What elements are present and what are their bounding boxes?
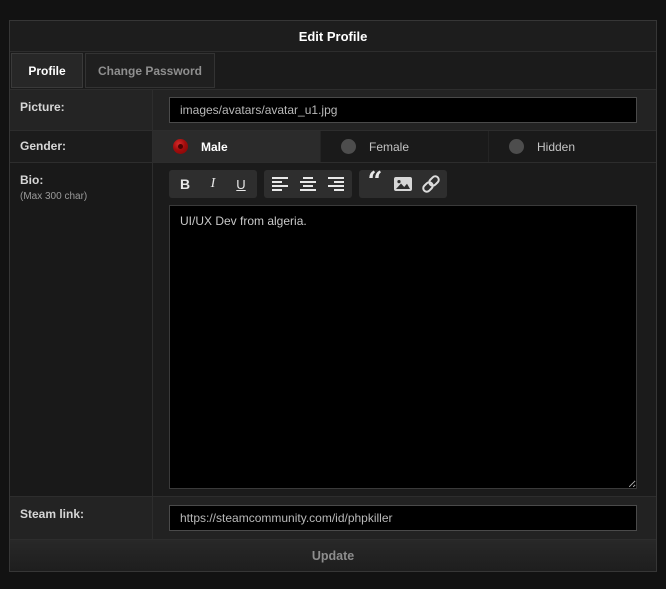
steam-link-input[interactable]	[169, 505, 637, 531]
steam-content-cell	[153, 497, 656, 539]
bio-content-cell: B I U “ UI/UX Dev from algeria.	[153, 163, 656, 496]
gender-label-cell: Gender:	[10, 131, 153, 162]
align-right-icon	[328, 177, 344, 191]
gender-option-female[interactable]: Female	[320, 131, 488, 162]
radio-male-icon[interactable]	[173, 139, 188, 154]
tab-change-password-label: Change Password	[97, 63, 203, 78]
image-icon	[394, 177, 412, 191]
underline-button[interactable]: U	[227, 170, 255, 198]
picture-input[interactable]	[169, 97, 637, 123]
tab-profile-label: Profile	[28, 63, 66, 78]
edit-profile-panel: Edit Profile Profile Change Password Pic…	[9, 20, 657, 572]
picture-label: Picture:	[20, 100, 65, 114]
align-right-button[interactable]	[322, 170, 350, 198]
bio-label-cell: Bio: (Max 300 char)	[10, 163, 153, 496]
bio-row: Bio: (Max 300 char) B I U “ UI/UX Dev fr…	[10, 163, 656, 497]
tab-profile[interactable]: Profile	[11, 53, 83, 88]
bio-label: Bio:	[20, 173, 44, 187]
gender-options: Male Female Hidden	[153, 131, 656, 162]
gender-hidden-label: Hidden	[537, 139, 576, 154]
radio-female-icon[interactable]	[341, 139, 356, 154]
align-left-icon	[272, 177, 288, 191]
toolbar-group-insert: “	[359, 167, 447, 198]
gender-female-label: Female	[369, 139, 410, 154]
underline-icon: U	[236, 176, 246, 192]
steam-link-label: Steam link:	[20, 507, 85, 521]
picture-label-cell: Picture:	[10, 90, 153, 130]
toolbar-group-align	[264, 170, 352, 198]
italic-icon: I	[210, 176, 216, 191]
bio-format-toolbar: B I U “	[169, 167, 447, 198]
gender-male-label: Male	[201, 139, 228, 154]
gender-content-cell: Male Female Hidden	[153, 131, 656, 162]
steam-link-row: Steam link:	[10, 497, 656, 540]
quote-button[interactable]: “	[361, 167, 389, 198]
align-center-button[interactable]	[294, 170, 322, 198]
bio-max-chars-hint: (Max 300 char)	[20, 191, 88, 202]
update-button[interactable]: Update	[10, 540, 656, 571]
gender-row: Gender: Male Female Hidden	[10, 131, 656, 163]
link-icon	[422, 175, 440, 193]
image-button[interactable]	[389, 170, 417, 198]
link-button[interactable]	[417, 170, 445, 198]
toolbar-group-text-style: B I U	[169, 170, 257, 198]
bold-icon: B	[179, 176, 191, 192]
radio-hidden-icon[interactable]	[509, 139, 524, 154]
gender-option-hidden[interactable]: Hidden	[488, 131, 656, 162]
tab-change-password[interactable]: Change Password	[85, 53, 215, 88]
steam-label-cell: Steam link:	[10, 497, 153, 539]
quote-icon: “	[367, 167, 383, 197]
panel-header: Edit Profile	[10, 21, 656, 52]
italic-button[interactable]: I	[199, 170, 227, 198]
align-left-button[interactable]	[266, 170, 294, 198]
gender-label: Gender:	[20, 139, 67, 153]
bold-button[interactable]: B	[171, 170, 199, 198]
picture-content-cell	[153, 90, 656, 130]
gender-option-male[interactable]: Male	[153, 131, 320, 162]
page-title: Edit Profile	[298, 28, 368, 44]
align-center-icon	[300, 177, 316, 191]
bio-textarea[interactable]: UI/UX Dev from algeria.	[169, 205, 637, 489]
picture-row: Picture:	[10, 90, 656, 131]
update-button-label: Update	[311, 548, 355, 563]
tab-bar: Profile Change Password	[10, 52, 656, 90]
